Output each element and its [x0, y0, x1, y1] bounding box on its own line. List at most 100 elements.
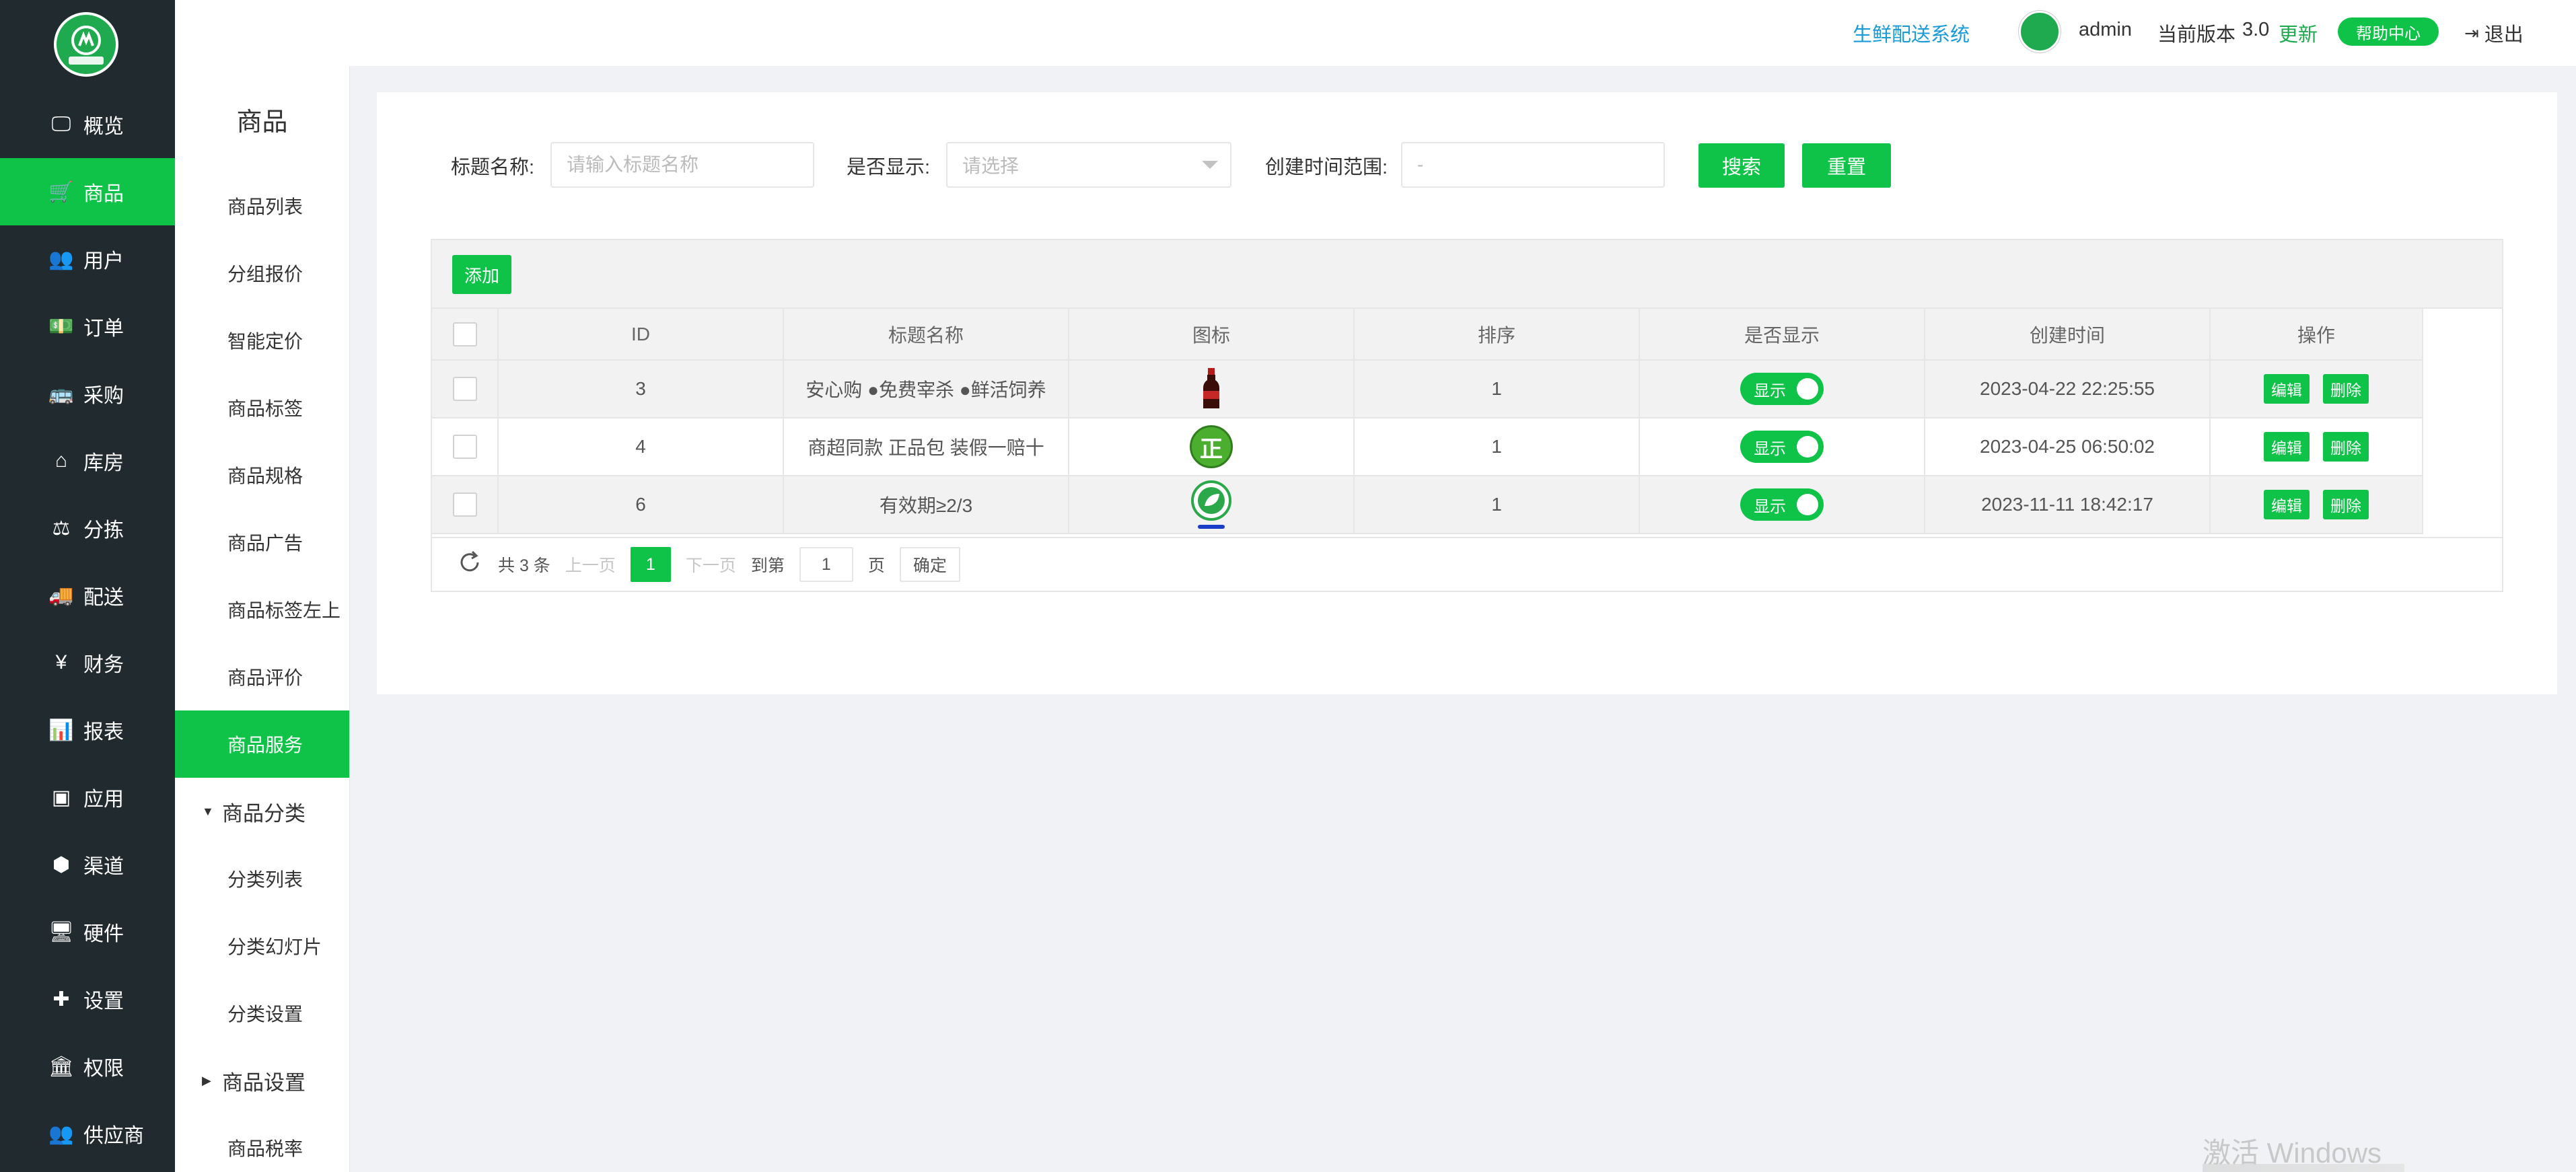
chevron-down-icon [1202, 161, 1218, 169]
system-link[interactable]: 生鲜配送系统 [1853, 19, 1970, 47]
subnav-item[interactable]: 分类列表 [175, 845, 349, 912]
sort-cell: 1 [1353, 475, 1640, 534]
nav-label: 订单 [83, 318, 124, 340]
show-toggle[interactable]: 显示 [1740, 373, 1824, 405]
subnav-item[interactable]: 商品评价 [175, 643, 349, 710]
subnav-item[interactable]: 商品列表 [175, 172, 349, 240]
edit-button[interactable]: 编辑 [2264, 374, 2310, 404]
title-filter-input[interactable] [550, 142, 814, 188]
scale-icon: ⚖ [52, 517, 71, 540]
goto-label: 到第 [750, 556, 785, 575]
select-all-cell[interactable] [432, 309, 499, 361]
main-card: 标题名称: 是否显示: 请选择 创建时间范围: - 搜索 重置 添加 ID 标题… [377, 92, 2557, 694]
nav-item-finance[interactable]: ¥ 财务 [0, 629, 175, 696]
users-icon: 👥 [48, 248, 74, 270]
nav-label: 财务 [83, 654, 124, 676]
nav-item-permissions[interactable]: 🏛 权限 [0, 1033, 175, 1100]
nav-label: 采购 [83, 385, 124, 407]
total-count: 共 3 条 [498, 556, 550, 575]
data-table: 添加 ID 标题名称 图标 排序 是否显示 创建时间 操作 3 安心购 ●免费宰… [431, 239, 2503, 592]
subnav-group-settings[interactable]: ▶ 商品设置 [175, 1047, 349, 1114]
icon-cell [1068, 475, 1355, 534]
subnav-item[interactable]: 分类设置 [175, 980, 349, 1047]
nav-item-channels[interactable]: ⬢ 渠道 [0, 831, 175, 898]
nav-item-orders[interactable]: 💵 订单 [0, 293, 175, 360]
delete-button[interactable]: 删除 [2323, 490, 2369, 519]
watermark-subtext [2203, 1164, 2404, 1172]
delete-button[interactable]: 删除 [2323, 432, 2369, 462]
edit-button[interactable]: 编辑 [2264, 490, 2310, 519]
nav-label: 权限 [83, 1058, 124, 1080]
ops-cell: 编辑 删除 [2209, 417, 2423, 476]
nav-item-purchase[interactable]: 🚌 采购 [0, 360, 175, 427]
nav-item-users[interactable]: 👥 用户 [0, 225, 175, 293]
subnav-item[interactable]: 商品税率 [175, 1114, 349, 1172]
username[interactable]: admin [2079, 19, 2132, 41]
subnav-item[interactable]: 商品标签左上 [175, 576, 349, 643]
nav-item-goods[interactable]: 🛒 商品 [0, 158, 175, 225]
nav-item-apps[interactable]: ▣ 应用 [0, 764, 175, 831]
sort-cell: 1 [1353, 417, 1640, 476]
subnav-item-active[interactable]: 商品服务 [175, 710, 349, 778]
add-button[interactable]: 添加 [452, 255, 511, 294]
avatar[interactable] [2019, 11, 2061, 52]
subnav-item[interactable]: 智能定价 [175, 307, 349, 374]
nav-label: 报表 [83, 721, 124, 743]
toggle-label: 显示 [1754, 497, 1786, 516]
toggle-knob [1797, 378, 1818, 400]
brand-logo[interactable] [54, 12, 118, 77]
show-toggle[interactable]: 显示 [1740, 488, 1824, 521]
select-all-checkbox[interactable] [452, 322, 477, 346]
subnav-item[interactable]: 分类幻灯片 [175, 912, 349, 980]
nav-item-delivery[interactable]: 🚚 配送 [0, 562, 175, 629]
subnav-item[interactable]: 商品广告 [175, 509, 349, 576]
show-cell: 显示 [1639, 359, 1925, 418]
search-button[interactable]: 搜索 [1698, 143, 1785, 188]
subnav-item[interactable]: 商品标签 [175, 374, 349, 441]
current-page-button[interactable]: 1 [630, 547, 671, 582]
nav-item-reports[interactable]: 📊 报表 [0, 696, 175, 764]
show-toggle[interactable]: 显示 [1740, 431, 1824, 463]
col-header: 图标 [1068, 309, 1355, 361]
row-select-cell[interactable] [432, 359, 499, 418]
reset-button[interactable]: 重置 [1802, 143, 1891, 188]
nav-item-warehouse[interactable]: ⌂ 库房 [0, 427, 175, 495]
icon-cell [1068, 359, 1355, 418]
refresh-icon[interactable] [456, 549, 483, 581]
delete-button[interactable]: 删除 [2323, 374, 2369, 404]
nav-item-sorting[interactable]: ⚖ 分拣 [0, 495, 175, 562]
nav-item-hardware[interactable]: 🖥 硬件 [0, 898, 175, 965]
nav-item-suppliers[interactable]: 👥 供应商 [0, 1100, 175, 1167]
logout-button[interactable]: ⇥ 退出 [2464, 19, 2524, 47]
icon-cell: 正 [1068, 417, 1355, 476]
row-select-cell[interactable] [432, 417, 499, 476]
row-select-cell[interactable] [432, 475, 499, 534]
nav-item-overview[interactable]: 🖵 概览 [0, 91, 175, 158]
subnav-group-category[interactable]: ▼ 商品分类 [175, 778, 349, 845]
help-center-button[interactable]: 帮助中心 [2338, 17, 2439, 46]
update-link[interactable]: 更新 [2279, 19, 2318, 47]
time-placeholder: - [1417, 154, 1424, 175]
title-cell: 商超同款 正品包 装假一赔十 [783, 417, 1069, 476]
edit-button[interactable]: 编辑 [2264, 432, 2310, 462]
time-range-input[interactable]: - [1401, 142, 1665, 188]
subnav-item[interactable]: 分组报价 [175, 240, 349, 307]
nav-label: 库房 [83, 452, 124, 474]
caret-down-icon: ▼ [202, 804, 214, 818]
show-filter-select[interactable]: 请选择 [946, 142, 1231, 188]
col-header: 创建时间 [1924, 309, 2211, 361]
row-checkbox[interactable] [452, 377, 477, 401]
created-cell: 2023-11-11 18:42:17 [1924, 475, 2211, 534]
goto-page-input[interactable]: 1 [799, 547, 853, 582]
row-checkbox[interactable] [452, 492, 477, 517]
row-checkbox[interactable] [452, 435, 477, 459]
sort-cell: 1 [1353, 359, 1640, 418]
next-page-button[interactable]: 下一页 [686, 552, 736, 577]
nav-label: 设置 [83, 990, 124, 1013]
nav-label: 用户 [83, 250, 124, 272]
nav-label: 商品 [83, 183, 124, 205]
subnav-item[interactable]: 商品规格 [175, 441, 349, 509]
prev-page-button[interactable]: 上一页 [565, 552, 616, 577]
nav-item-settings[interactable]: ✚ 设置 [0, 965, 175, 1033]
goto-confirm-button[interactable]: 确定 [899, 547, 960, 582]
